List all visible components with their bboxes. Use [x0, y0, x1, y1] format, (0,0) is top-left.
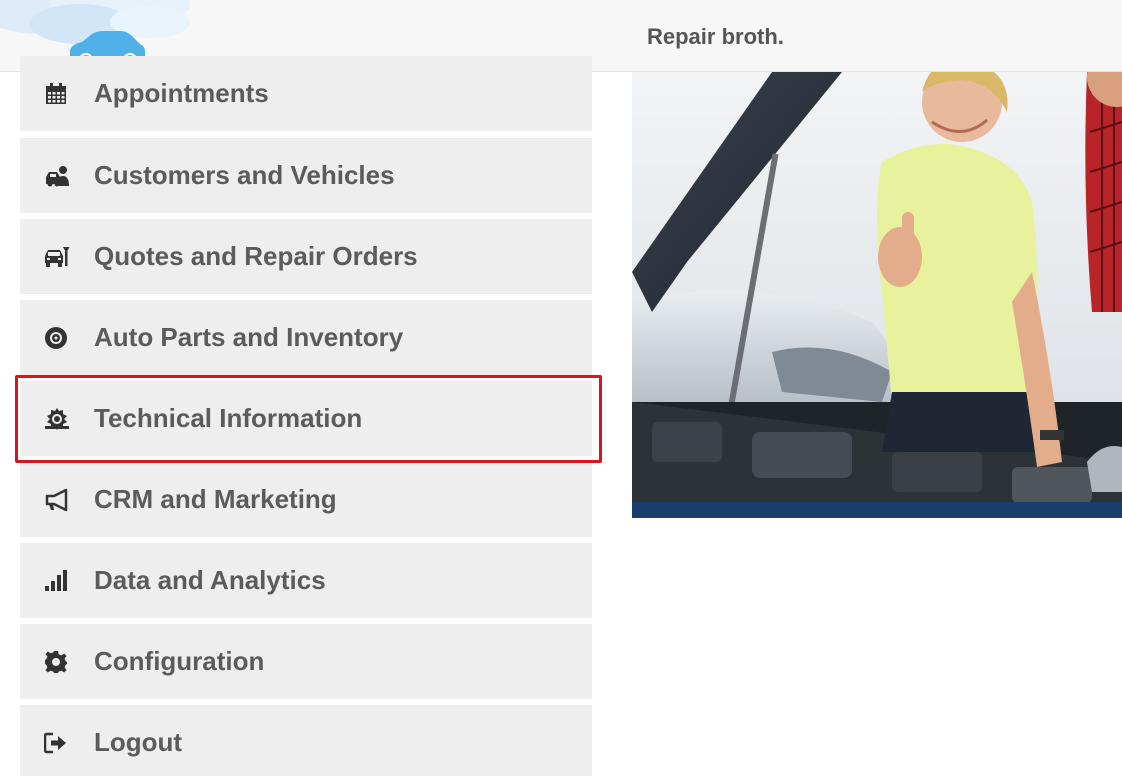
menu-item-label: Auto Parts and Inventory [94, 322, 404, 352]
menu-item-technical-information[interactable]: Technical Information [20, 381, 592, 456]
menu-item-data-analytics[interactable]: Data and Analytics [20, 543, 592, 618]
menu-item-appointments[interactable]: Appointments [20, 56, 592, 131]
menu-item-crm-marketing[interactable]: CRM and Marketing [20, 462, 592, 537]
calendar-icon [44, 82, 80, 106]
menu-item-auto-parts-inventory[interactable]: Auto Parts and Inventory [20, 300, 592, 375]
megaphone-icon [44, 488, 80, 512]
menu-item-label: Data and Analytics [94, 565, 326, 595]
menu-item-quotes-repair-orders[interactable]: Quotes and Repair Orders [20, 219, 592, 294]
shop-name-title: Repair broth. [647, 24, 784, 49]
menu-item-customers-vehicles[interactable]: Customers and Vehicles [20, 138, 592, 213]
menu-item-label: Configuration [94, 646, 265, 676]
bar-chart-icon [44, 569, 80, 593]
hero-image-mechanics [632, 72, 1122, 518]
menu-item-label: Logout [94, 727, 183, 757]
technical-info-icon [44, 407, 80, 431]
menu-item-label: Technical Information [94, 403, 363, 433]
logout-icon [44, 731, 80, 755]
menu-item-logout[interactable]: Logout [20, 705, 592, 776]
menu-item-configuration[interactable]: Configuration [20, 624, 592, 699]
gear-icon [44, 650, 80, 674]
menu-item-label: CRM and Marketing [94, 484, 337, 514]
repair-order-icon [44, 245, 80, 269]
customer-vehicle-icon [44, 164, 80, 188]
menu-item-label: Customers and Vehicles [94, 160, 395, 190]
menu-item-label: Quotes and Repair Orders [94, 241, 418, 271]
brake-disc-icon [44, 326, 80, 350]
menu-item-label: Appointments [94, 78, 269, 108]
